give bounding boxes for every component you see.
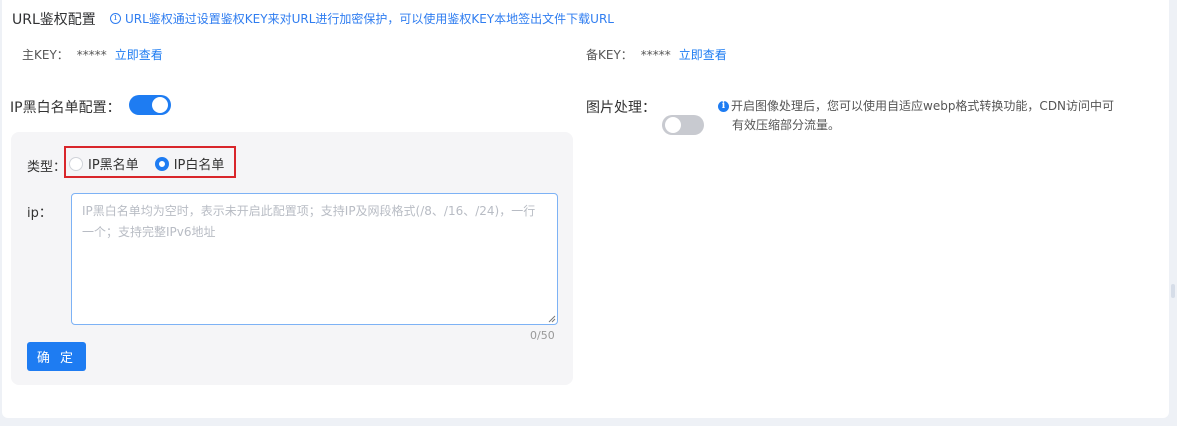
scroll-edge-marker xyxy=(1171,284,1175,298)
backup-key-value: ***** xyxy=(640,47,671,62)
confirm-button[interactable]: 确 定 xyxy=(27,342,86,371)
primary-key-row: 主KEY： ***** 立即查看 xyxy=(22,46,163,63)
backup-key-label: 备KEY： xyxy=(586,48,633,62)
ip-filter-toggle[interactable] xyxy=(129,95,171,115)
ip-char-counter: 0/50 xyxy=(530,329,555,342)
content-card: URL鉴权配置 i URL鉴权通过设置鉴权KEY来对URL进行加密保护，可以使用… xyxy=(2,0,1169,418)
url-auth-info: i URL鉴权通过设置鉴权KEY来对URL进行加密保护，可以使用鉴权KEY本地签… xyxy=(110,10,614,27)
image-processing-desc: i 开启图像处理后，您可以使用自适应webp格式转换功能，CDN访问中可 有效压… xyxy=(718,97,1158,135)
info-icon: i xyxy=(110,13,121,24)
primary-key-label: 主KEY： xyxy=(22,48,69,62)
image-processing-desc-line1: 开启图像处理后，您可以使用自适应webp格式转换功能，CDN访问中可 xyxy=(731,99,1115,113)
radio-label: IP白名单 xyxy=(173,158,225,173)
url-auth-title: URL鉴权配置 xyxy=(12,12,96,28)
radio-circle xyxy=(69,156,83,171)
radio-ip-whitelist[interactable]: IP白名单 xyxy=(154,154,225,173)
image-processing-desc-line2: 有效压缩部分流量。 xyxy=(732,118,841,132)
ip-textarea[interactable] xyxy=(71,193,558,325)
ip-filter-label: IP黑白名单配置： xyxy=(10,100,121,116)
type-label: 类型： xyxy=(27,160,67,175)
radio-label: IP黑名单 xyxy=(88,158,139,173)
url-auth-info-text: URL鉴权通过设置鉴权KEY来对URL进行加密保护，可以使用鉴权KEY本地签出文… xyxy=(125,12,614,26)
backup-key-row: 备KEY： ***** 立即查看 xyxy=(586,46,727,63)
radio-circle-checked xyxy=(154,156,169,171)
ip-label: ip： xyxy=(27,206,52,221)
primary-key-value: ***** xyxy=(76,47,107,62)
toggle-knob xyxy=(152,97,168,113)
info-icon: i xyxy=(718,101,729,112)
backup-key-view-link[interactable]: 立即查看 xyxy=(679,46,727,63)
toggle-knob xyxy=(665,117,681,133)
image-processing-label: 图片处理： xyxy=(586,100,656,116)
image-processing-toggle[interactable] xyxy=(662,115,704,135)
resize-grip-icon[interactable] xyxy=(548,315,556,323)
primary-key-view-link[interactable]: 立即查看 xyxy=(115,46,163,63)
radio-ip-blacklist[interactable]: IP黑名单 xyxy=(69,154,139,173)
type-radio-group: IP黑名单 IP白名单 xyxy=(69,154,224,173)
